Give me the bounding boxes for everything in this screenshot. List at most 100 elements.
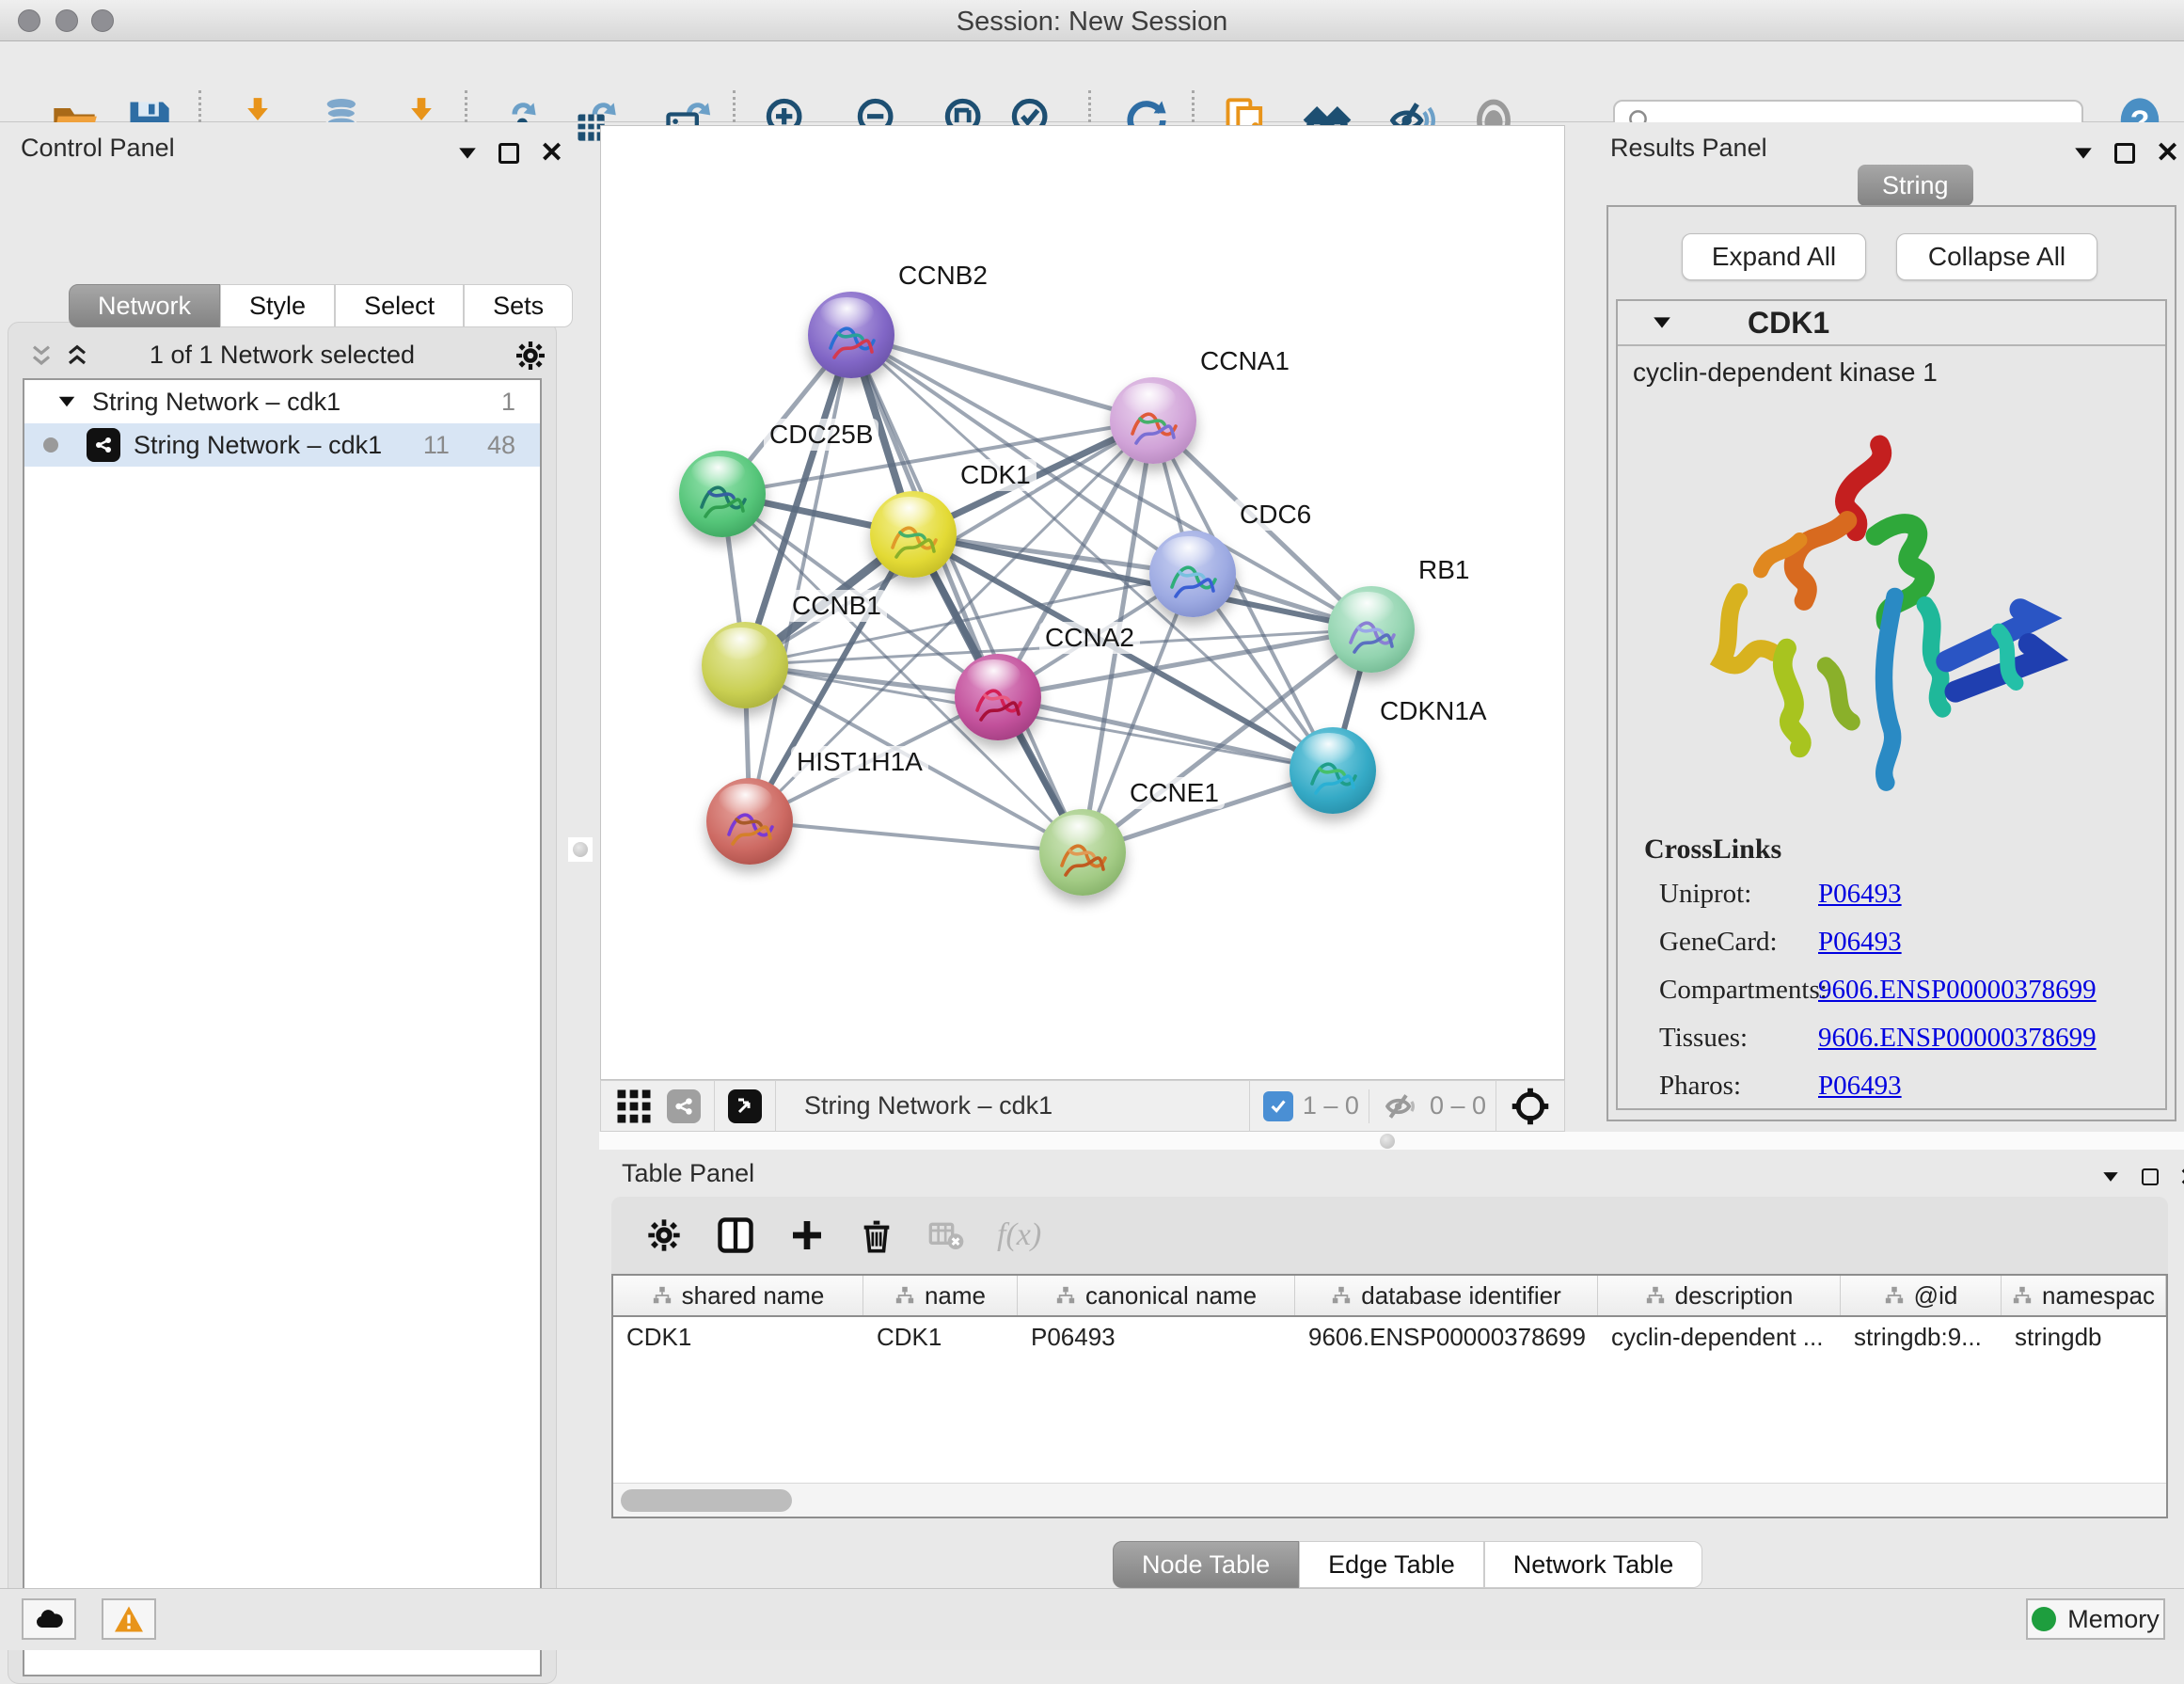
selected-checkbox-icon[interactable] [1263,1091,1293,1121]
network-view-toolbar: String Network – cdk1 1 – 0 0 – 0 [600,1080,1565,1132]
gear-icon[interactable] [514,339,547,373]
protein-node-cdc25b[interactable] [679,451,766,537]
protein-node-ccne1[interactable] [1039,809,1126,896]
protein-ribbon-thumbnail [1159,546,1227,613]
splitter-grip-icon [1380,1134,1395,1149]
crosslink-label: Tissues: [1644,1023,1818,1054]
float-panel-icon[interactable] [2114,143,2135,164]
panel-menu-icon[interactable] [459,148,476,158]
table-row[interactable]: CDK1CDK1P064939606.ENSP00000378699cyclin… [613,1317,2166,1357]
hidden-counts: 0 – 0 [1430,1091,1486,1120]
node-label: CDC25B [764,419,878,451]
close-panel-icon[interactable]: ✕ [2156,139,2179,167]
crosslink-link[interactable]: 9606.ENSP00000378699 [1818,1023,2097,1054]
protein-ribbon-thumbnail [964,669,1032,737]
column-header[interactable]: canonical name [1018,1276,1295,1315]
float-panel-icon[interactable] [499,143,519,164]
crosslink-link[interactable]: 9606.ENSP00000378699 [1818,975,2097,1006]
node-label: CCNB1 [786,590,887,622]
node-label: CCNA2 [1039,622,1140,654]
column-type-icon [2012,1285,2033,1306]
node-gloss [714,628,768,660]
hidden-eye-icon[interactable] [1383,1088,1420,1125]
column-header[interactable]: @id [1841,1276,2002,1315]
node-label: RB1 [1413,554,1475,586]
network-row[interactable]: String Network – cdk1 11 48 [24,423,540,467]
tab-style[interactable]: Style [220,284,335,327]
protein-ribbon-thumbnail [688,466,756,533]
selected-counts: 1 – 0 [1303,1091,1359,1120]
tab-string[interactable]: String [1858,165,1973,206]
close-panel-icon[interactable]: ✕ [2179,1165,2184,1189]
column-header[interactable]: namespac [2002,1276,2166,1315]
protein-node-ccnb1[interactable] [702,622,788,708]
collection-label: String Network – cdk1 [92,388,340,417]
crosslink-link[interactable]: P06493 [1818,927,1902,958]
share-view-icon[interactable] [667,1089,701,1123]
tab-node-table[interactable]: Node Table [1113,1541,1299,1588]
protein-node-ccnb2[interactable] [808,292,894,378]
tab-sets[interactable]: Sets [464,284,573,327]
column-header[interactable]: description [1598,1276,1841,1315]
crosslink-link[interactable]: P06493 [1818,879,1902,910]
protein-node-cdkn1a[interactable] [1290,727,1376,814]
function-builder-icon: f(x) [997,1217,1041,1253]
warning-icon [112,1602,146,1636]
tab-network[interactable]: Network [69,284,220,327]
column-type-icon [894,1285,915,1306]
tab-select[interactable]: Select [335,284,464,327]
protein-node-ccna1[interactable] [1110,377,1196,464]
crosslink-link[interactable]: P06493 [1818,1071,1902,1102]
edge[interactable] [851,335,1371,629]
protein-ribbon-thumbnail [1119,392,1187,460]
protein-node-hist1h1a[interactable] [706,778,793,865]
memory-button[interactable]: Memory [2026,1598,2165,1640]
panel-menu-icon[interactable] [2075,148,2092,158]
grid-view-icon[interactable] [614,1087,654,1126]
node-label: CDC6 [1234,499,1317,531]
protein-node-rb1[interactable] [1328,586,1415,673]
network-collection-row[interactable]: String Network – cdk1 1 [24,380,540,423]
add-column-icon[interactable] [788,1216,826,1254]
collapse-section-icon[interactable] [1654,317,1670,327]
show-columns-icon[interactable] [715,1215,756,1256]
warnings-button[interactable] [102,1598,156,1640]
edge[interactable] [998,697,1333,771]
column-header[interactable]: database identifier [1295,1276,1598,1315]
column-header[interactable]: shared name [613,1276,863,1315]
scrollbar-thumb[interactable] [621,1489,792,1512]
expander-icon[interactable] [59,397,75,407]
left-splitter-handle[interactable] [568,837,593,862]
panel-menu-icon[interactable] [2103,1172,2117,1182]
tab-edge-table[interactable]: Edge Table [1299,1541,1484,1588]
network-status-dot [43,437,58,453]
cloud-status-button[interactable] [22,1598,76,1640]
network-canvas[interactable]: CCNB2CCNA1CDC25BCDK1CDC6RB1CCNB1CCNA2CDK… [600,125,1565,1080]
protein-node-cdc6[interactable] [1149,531,1236,617]
gene-section-header[interactable]: CDK1 [1618,301,2165,346]
collapse-all-button[interactable]: Collapse All [1896,233,2097,280]
close-panel-icon[interactable]: ✕ [540,139,563,167]
protein-structure-image [1674,405,2107,818]
column-type-icon [1645,1285,1666,1306]
tab-network-table[interactable]: Network Table [1484,1541,1703,1588]
edge[interactable] [913,534,1371,629]
birdseye-crosshair-icon[interactable] [1510,1086,1551,1127]
gear-icon[interactable] [645,1216,683,1254]
column-header[interactable]: name [863,1276,1018,1315]
expand-all-button[interactable]: Expand All [1682,233,1866,280]
crosslink-row: Uniprot:P06493 [1644,879,2097,910]
crosslink-label: Compartments: [1644,975,1818,1006]
status-bar: Memory [0,1588,2184,1650]
float-panel-icon[interactable] [2142,1168,2159,1185]
table-cell: cyclin-dependent ... [1598,1323,1841,1352]
protein-node-cdk1[interactable] [870,491,957,578]
string-results-container: Expand All Collapse All CDK1 cyclin-depe… [1606,205,2176,1121]
string-app-icon [87,428,120,462]
network-label: String Network – cdk1 [134,431,382,460]
horizontal-scrollbar[interactable] [613,1483,2166,1517]
protein-node-ccna2[interactable] [955,654,1041,740]
horizontal-splitter[interactable] [599,1132,2184,1150]
delete-column-icon[interactable] [858,1216,895,1254]
detach-view-icon[interactable] [728,1089,762,1123]
